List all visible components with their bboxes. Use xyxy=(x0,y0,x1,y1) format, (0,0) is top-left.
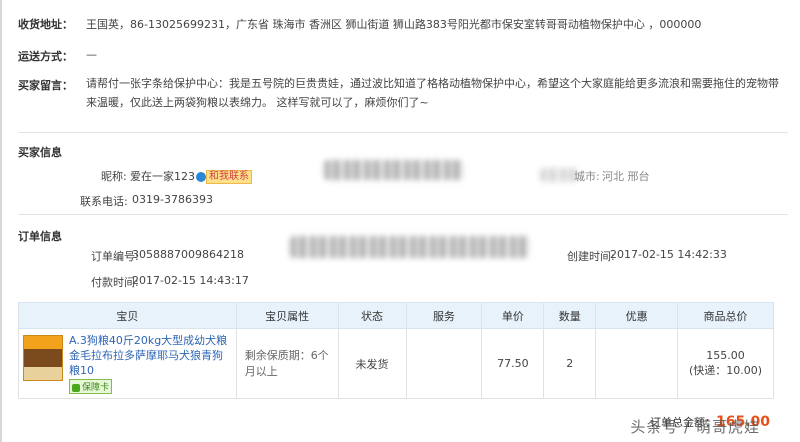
order-no-value: 3058887009864218 xyxy=(132,248,244,261)
total-cell: 155.00 (快递：10.00) xyxy=(677,328,774,399)
order-items-table: 宝贝 宝贝属性 状态 服务 单价 数量 优惠 商品总价 A.3狗粮40斤20kg… xyxy=(18,302,774,399)
city-label: 城市: xyxy=(574,170,600,183)
col-header: 状态 xyxy=(337,302,407,329)
contact-button[interactable]: 和我联系 xyxy=(206,170,252,184)
status-cell: 未发货 xyxy=(337,328,407,399)
nickname-label: 昵称: xyxy=(101,170,127,183)
col-header: 数量 xyxy=(543,302,597,329)
shield-icon xyxy=(72,383,80,392)
attribute-cell: 剩余保质期：6个月以上 xyxy=(235,328,339,399)
col-header: 商品总价 xyxy=(677,302,774,329)
contact-icon[interactable] xyxy=(196,172,206,182)
nickname-row: 爱在一家123 和我联系 xyxy=(130,168,252,184)
phone-label: 联系电话: xyxy=(80,195,128,208)
phone-value: 0319-3786393 xyxy=(132,193,213,206)
paid-value: 2017-02-15 14:43:17 xyxy=(132,274,249,287)
address-value: 王国英，86-13025699231，广东省 珠海市 香洲区 狮山街道 狮山路3… xyxy=(86,18,702,31)
address-label: 收货地址： xyxy=(18,18,73,31)
product-cell: A.3狗粮40斤20kg大型成幼犬粮金毛拉布拉多萨摩耶马犬狼青狗粮10 保障卡 xyxy=(18,328,237,399)
discount-cell xyxy=(595,328,679,399)
product-thumbnail[interactable] xyxy=(23,335,63,381)
col-header: 宝贝属性 xyxy=(235,302,339,329)
unit-price-cell: 77.50 xyxy=(481,328,545,399)
shipping-fee: (快递：10.00) xyxy=(689,364,763,377)
col-header: 服务 xyxy=(405,302,483,329)
redacted-region xyxy=(324,160,464,180)
divider xyxy=(18,214,788,215)
buyer-info-title: 买家信息 xyxy=(18,146,62,159)
buyer-message: 请帮付一张字条给保护中心：我是五号院的巨贵贵娃，通过波比知道了格格动植物保护中心… xyxy=(86,77,779,109)
nickname-value: 爱在一家123 xyxy=(130,170,195,183)
shipping-value: — xyxy=(86,48,97,61)
table-row: A.3狗粮40斤20kg大型成幼犬粮金毛拉布拉多萨摩耶马犬狼青狗粮10 保障卡 … xyxy=(18,328,774,399)
table-header-row: 宝贝 宝贝属性 状态 服务 单价 数量 优惠 商品总价 xyxy=(18,302,774,329)
col-header: 单价 xyxy=(481,302,545,329)
message-label: 买家留言： xyxy=(18,79,73,92)
service-cell xyxy=(405,328,483,399)
product-attribute: 剩余保质期：6个月以上 xyxy=(244,348,329,378)
watermark: 头条号 / 萌哥虎娃 xyxy=(630,418,760,436)
order-detail-panel: 收货地址： 王国英，86-13025699231，广东省 珠海市 香洲区 狮山街… xyxy=(0,0,800,442)
item-total: 155.00 xyxy=(706,349,745,362)
product-title-link[interactable]: A.3狗粮40斤20kg大型成幼犬粮金毛拉布拉多萨摩耶马犬狼青狗粮10 xyxy=(69,333,232,378)
quantity-cell: 2 xyxy=(543,328,597,399)
created-label: 创建时间: xyxy=(567,250,615,263)
created-value: 2017-02-15 14:42:33 xyxy=(610,248,727,261)
col-header: 优惠 xyxy=(595,302,679,329)
city-value: 河北 邢台 xyxy=(602,170,650,183)
divider xyxy=(18,132,788,133)
col-header: 宝贝 xyxy=(18,302,237,329)
order-info-title: 订单信息 xyxy=(18,230,62,243)
protect-badge[interactable]: 保障卡 xyxy=(69,379,113,394)
redacted-region xyxy=(290,236,530,258)
protect-badge-label: 保障卡 xyxy=(82,383,110,393)
shipping-label: 运送方式： xyxy=(18,50,73,63)
